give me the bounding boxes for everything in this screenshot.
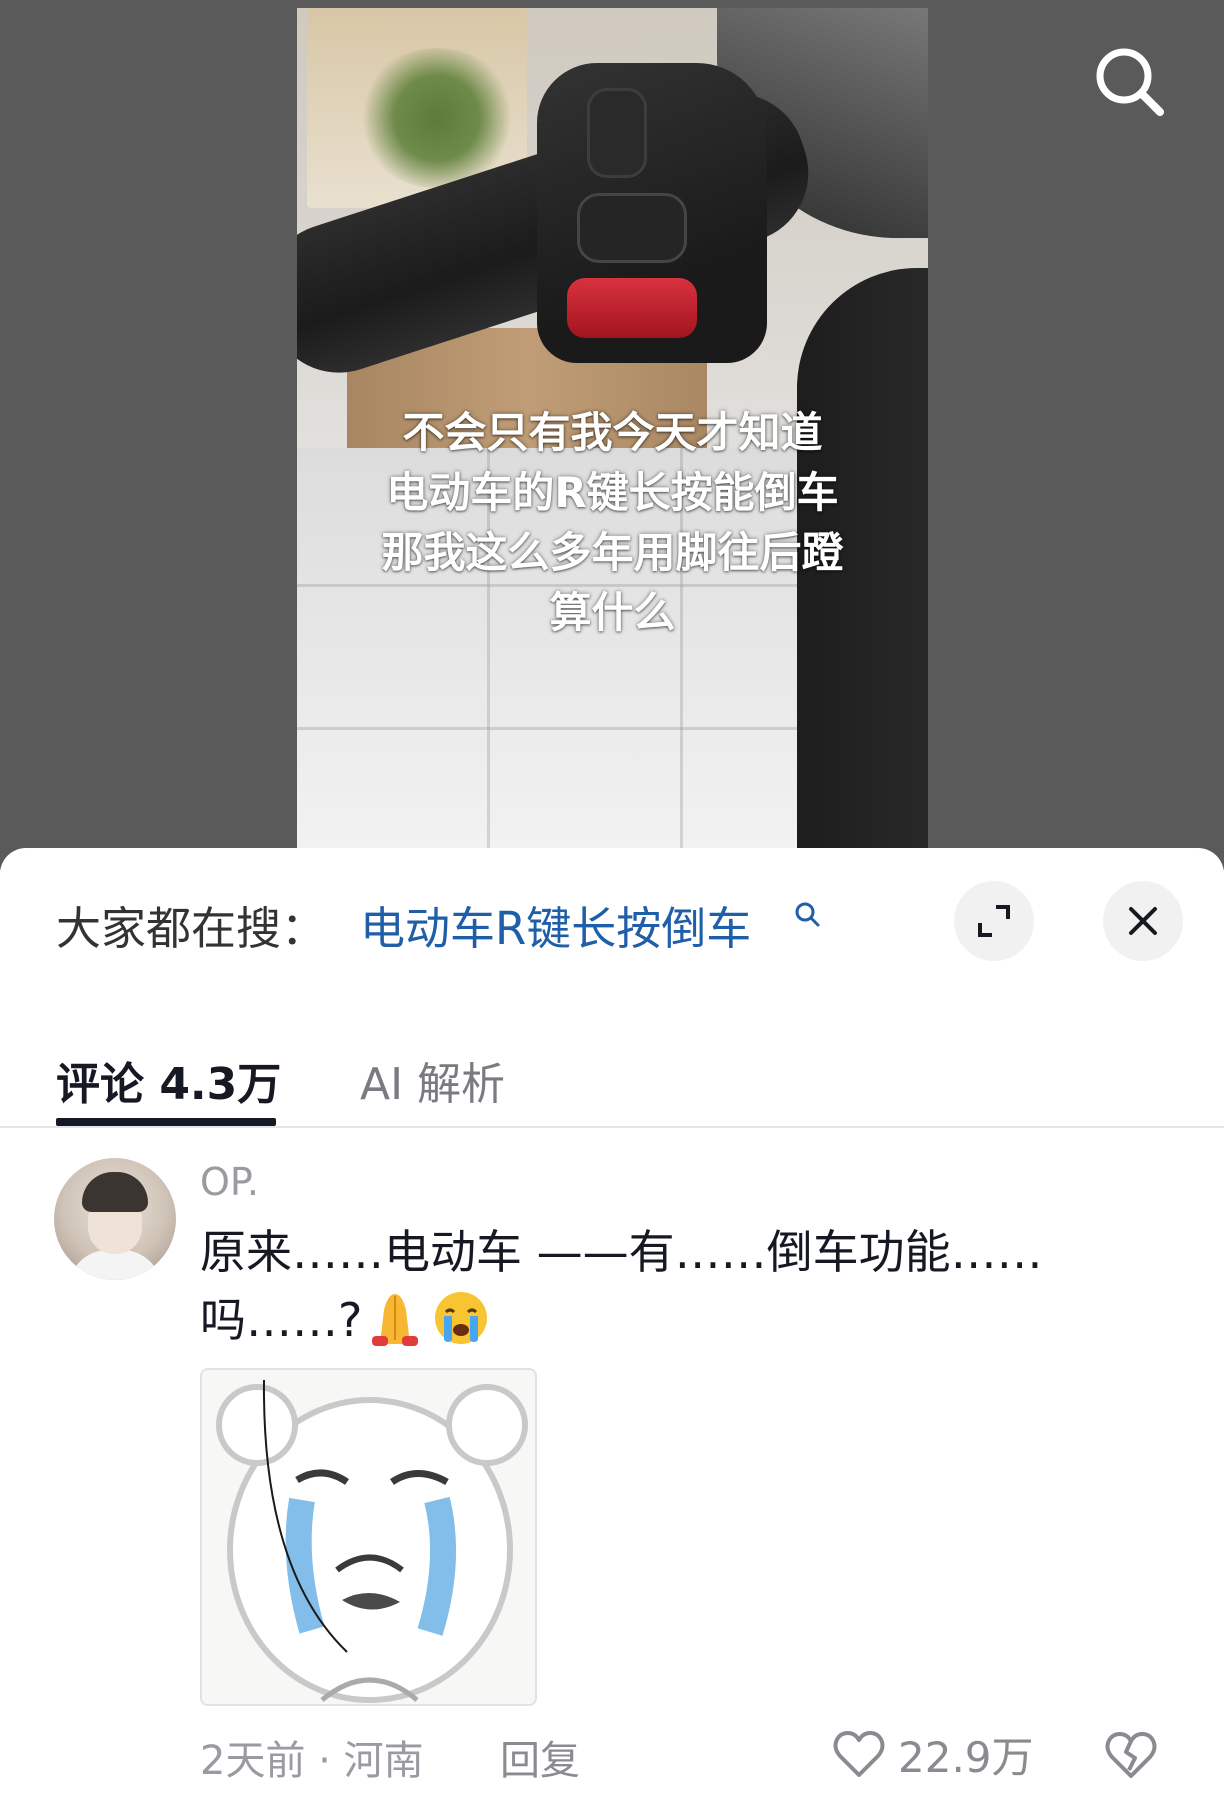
sheet-header: 大家都在搜： 电动车R键长按倒车	[0, 848, 1224, 978]
tab-ai-analysis[interactable]: AI 解析	[360, 1048, 505, 1112]
folded-hands-emoji-icon	[372, 1294, 419, 1346]
video-player[interactable]: 不会只有我今天才知道 电动车的R键长按能倒车 那我这么多年用脚往后蹬 算什么	[297, 8, 928, 870]
video-caption: 不会只有我今天才知道 电动车的R键长按能倒车 那我这么多年用脚往后蹬 算什么	[297, 403, 928, 643]
video-switch-button-middle	[577, 193, 687, 263]
broken-heart-icon[interactable]	[1104, 1728, 1158, 1782]
sticker-image[interactable]	[200, 1368, 537, 1706]
search-suggestion-prefix: 大家都在搜：	[56, 902, 327, 955]
video-plant	[357, 48, 517, 188]
search-term-icon[interactable]	[793, 900, 821, 928]
comment-text-line1: 原来……电动车 ——有……倒车功能……	[200, 1225, 1043, 1279]
comment-text: 原来……电动车 ——有……倒车功能…… 吗……?	[200, 1218, 1120, 1354]
search-suggestion-link[interactable]: 电动车R键长按倒车	[360, 892, 751, 957]
reply-button[interactable]: 回复	[500, 1728, 580, 1786]
comment-text-line2-wrap: 吗……?	[200, 1286, 1120, 1354]
crying-bear-sticker-icon	[202, 1370, 535, 1704]
avatar-shirt	[68, 1250, 162, 1280]
active-tab-indicator	[56, 1118, 276, 1126]
expand-icon	[978, 905, 1010, 937]
caption-line: 那我这么多年用脚往后蹬	[381, 528, 844, 577]
avatar-hair	[82, 1172, 148, 1212]
comment-meta: 2天前 · 河南	[200, 1738, 424, 1784]
comment-item: OP. 原来……电动车 ——有……倒车功能…… 吗……? 2天前 · 河南 回复…	[0, 1148, 1224, 1799]
comment-username[interactable]: OP.	[200, 1160, 259, 1204]
avatar[interactable]	[54, 1158, 176, 1280]
caption-line: 不会只有我今天才知道	[402, 408, 823, 457]
search-icon[interactable]	[1090, 44, 1170, 124]
like-button[interactable]: 22.9万	[832, 1726, 1034, 1782]
video-reverse-button	[567, 278, 697, 338]
comment-tabs: 评论 4.3万 AI 解析	[0, 1018, 1224, 1128]
caption-line: 电动车的R键长按能倒车	[386, 468, 839, 517]
heart-icon	[833, 1731, 885, 1777]
close-button[interactable]	[1103, 881, 1183, 961]
crying-face-emoji-icon	[435, 1292, 488, 1344]
tab-comments[interactable]: 评论 4.3万	[56, 1048, 281, 1112]
video-switch-button-top	[587, 88, 647, 178]
caption-line: 算什么	[549, 588, 676, 637]
like-count: 22.9万	[898, 1732, 1034, 1782]
close-icon	[1129, 907, 1157, 935]
expand-button[interactable]	[954, 881, 1034, 961]
comment-text-line2: 吗……?	[200, 1293, 363, 1347]
comments-sheet: 大家都在搜： 电动车R键长按倒车 评论 4.3万 AI 解析 OP. 原来……电…	[0, 848, 1224, 1799]
